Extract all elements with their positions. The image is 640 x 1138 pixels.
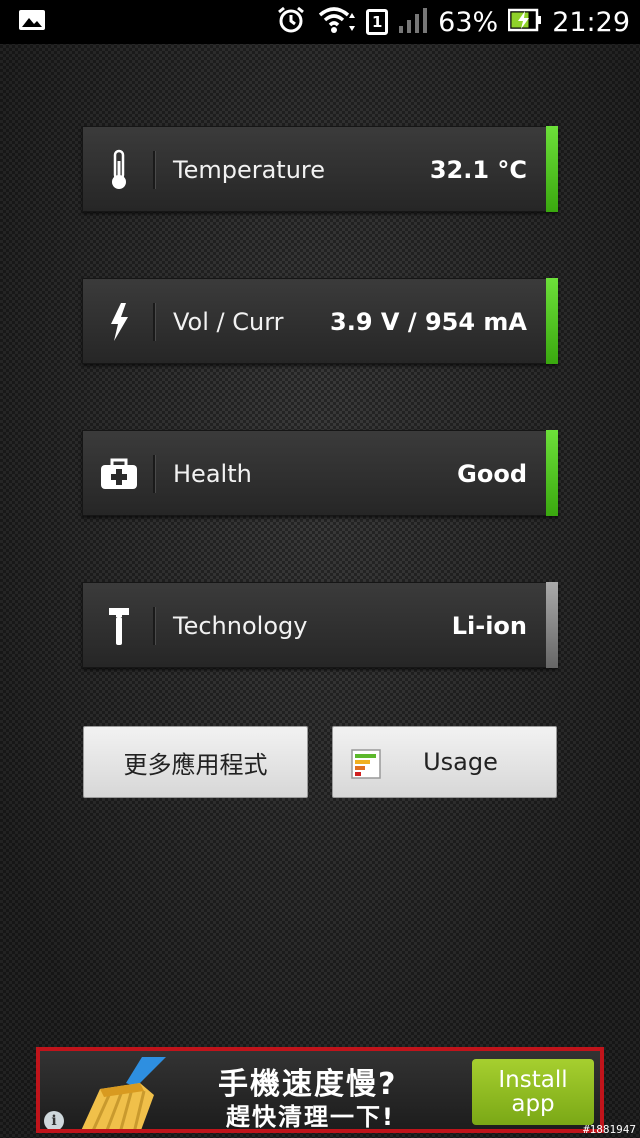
usage-button[interactable]: Usage xyxy=(332,726,557,798)
ad-info-icon[interactable]: i xyxy=(44,1111,64,1129)
signal-icon xyxy=(398,6,428,38)
health-card[interactable]: Health Good xyxy=(82,430,558,516)
install-label: Install xyxy=(498,1067,568,1093)
lightning-icon xyxy=(99,301,139,343)
health-label: Health xyxy=(173,460,252,488)
ad-subline: 趕快清理一下! xyxy=(226,1103,395,1131)
wifi-icon xyxy=(316,5,356,39)
first-aid-kit-icon xyxy=(99,453,139,495)
gallery-icon xyxy=(18,8,46,36)
hammer-icon xyxy=(99,605,139,647)
voltage-current-value: 3.9 V / 954 mA xyxy=(330,308,527,336)
technology-value: Li-ion xyxy=(451,612,527,640)
alarm-icon xyxy=(276,5,306,39)
install-app-button[interactable]: Install app xyxy=(472,1059,594,1125)
technology-card[interactable]: Technology Li-ion xyxy=(82,582,558,668)
sim-icon: 1 xyxy=(366,9,389,35)
usage-button-label: Usage xyxy=(423,748,498,776)
clock: 21:29 xyxy=(552,6,630,38)
status-indicator-bar xyxy=(546,430,558,516)
thermometer-icon xyxy=(99,149,139,191)
card-divider xyxy=(153,607,156,645)
temperature-value: 32.1 °C xyxy=(429,156,527,184)
usage-chart-icon xyxy=(351,749,381,785)
ad-banner[interactable]: 手機速度慢? 趕快清理一下! Install app i xyxy=(36,1047,604,1133)
battery-percent: 63% xyxy=(438,6,499,38)
voltage-current-card[interactable]: Vol / Curr 3.9 V / 954 mA xyxy=(82,278,558,364)
card-divider xyxy=(153,455,156,493)
card-divider xyxy=(153,151,156,189)
status-bar: 1 63% 21:29 xyxy=(0,0,640,44)
health-value: Good xyxy=(457,460,527,488)
broom-icon xyxy=(70,1053,190,1129)
status-indicator-bar xyxy=(546,126,558,212)
watermark: #1881947 xyxy=(583,1123,636,1136)
temperature-card[interactable]: Temperature 32.1 °C xyxy=(82,126,558,212)
status-indicator-bar xyxy=(546,582,558,668)
more-apps-button[interactable]: 更多應用程式 xyxy=(83,726,308,798)
technology-label: Technology xyxy=(173,612,308,640)
status-indicator-bar xyxy=(546,278,558,364)
battery-charging-icon xyxy=(507,8,542,36)
card-divider xyxy=(153,303,156,341)
app-label: app xyxy=(511,1091,555,1117)
voltage-current-label: Vol / Curr xyxy=(173,308,284,336)
temperature-label: Temperature xyxy=(173,156,326,184)
